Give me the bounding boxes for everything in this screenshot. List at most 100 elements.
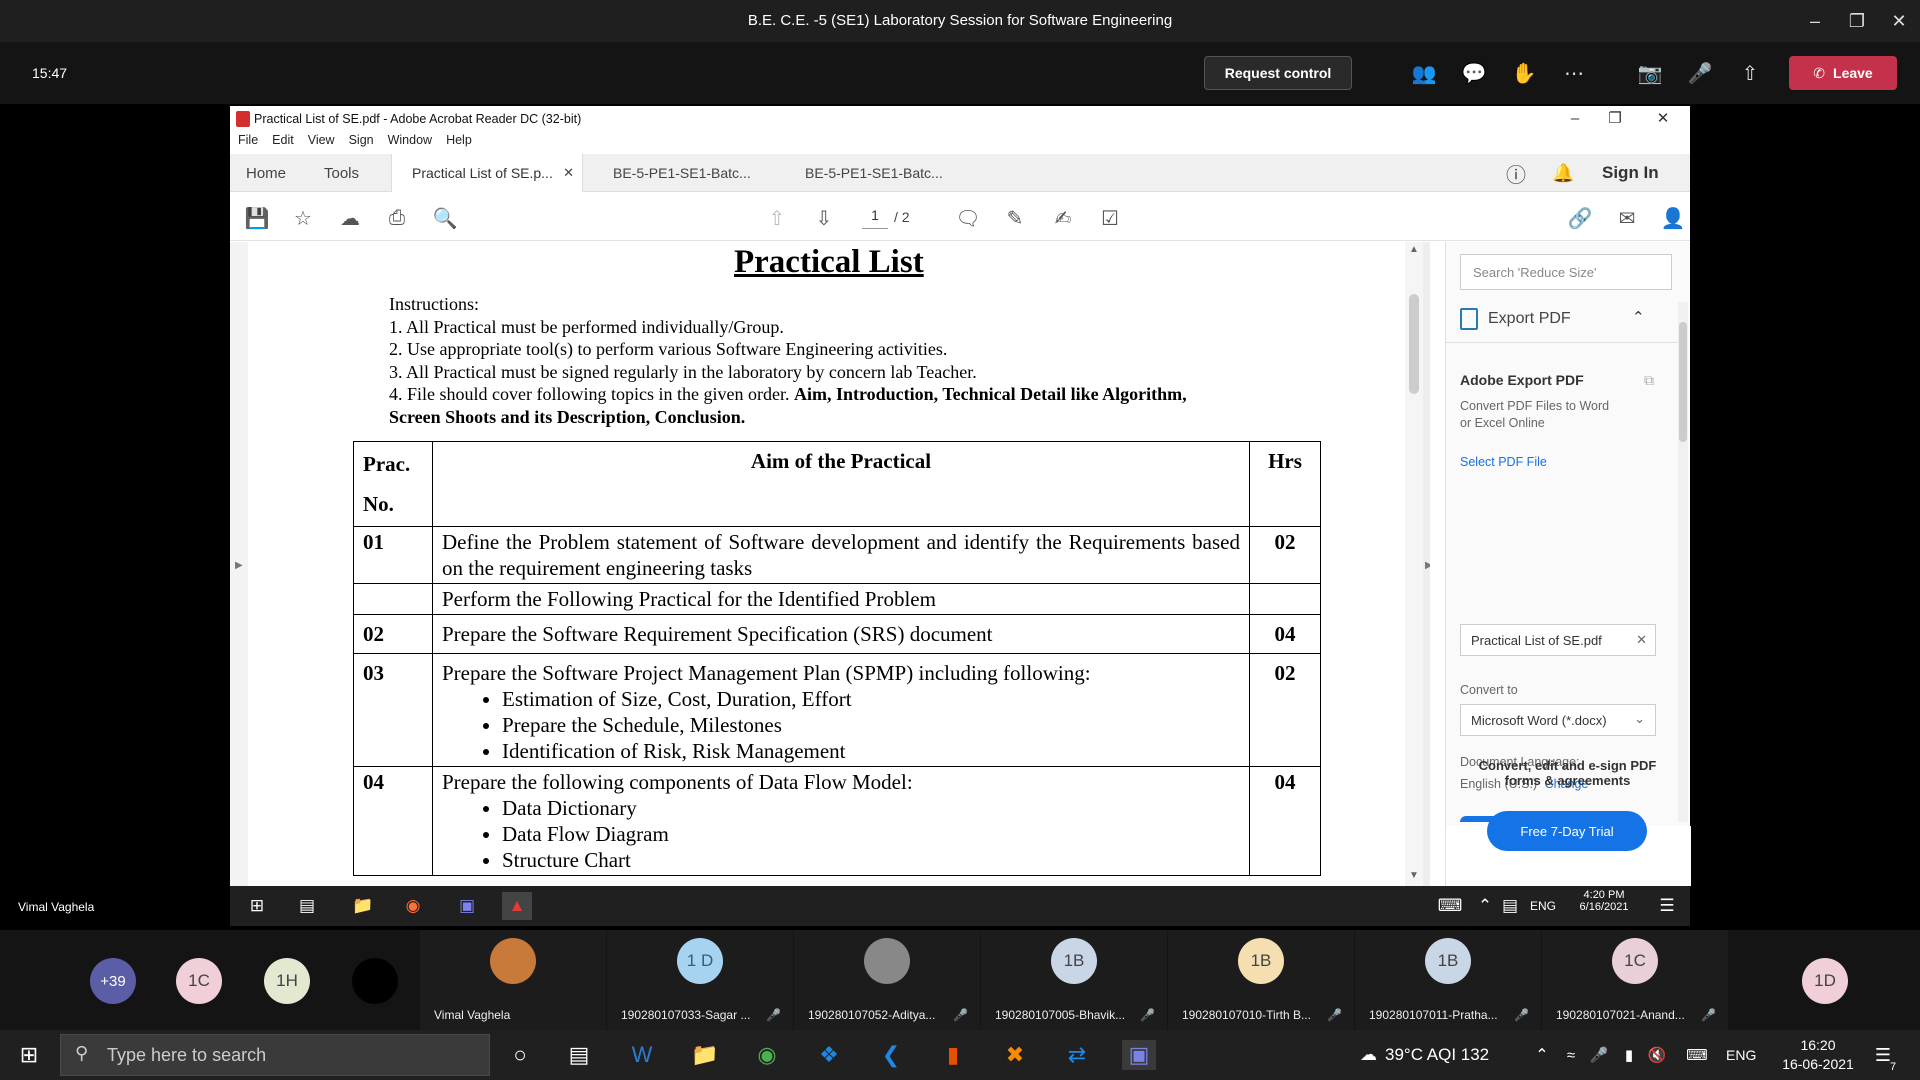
teamviewer-icon[interactable]: ⇄ xyxy=(1060,1040,1094,1070)
keyboard-icon[interactable]: ⌨ xyxy=(1680,1040,1714,1070)
chrome-icon[interactable]: ◉ xyxy=(750,1040,784,1070)
share-screen-icon[interactable]: ⇧ xyxy=(1736,60,1764,86)
chat-icon[interactable]: 💬 xyxy=(1460,60,1488,86)
more-participants-badge[interactable]: +39 xyxy=(90,958,136,1004)
acrobat-minimize-icon[interactable]: – xyxy=(1560,108,1590,128)
language-indicator[interactable]: ENG xyxy=(1726,1047,1756,1063)
chevron-up-icon[interactable]: ⌃ xyxy=(1632,308,1645,326)
print-icon[interactable]: ⎙ xyxy=(384,205,410,231)
network-icon[interactable]: ▤ xyxy=(1495,892,1525,920)
collapse-right-icon[interactable]: ▶ xyxy=(1425,560,1430,571)
add-user-icon[interactable]: 👤 xyxy=(1660,205,1686,231)
page-up-icon[interactable]: ⇧ xyxy=(764,205,790,231)
file-explorer-icon[interactable]: 📁 xyxy=(348,892,378,920)
system-clock[interactable]: 16:20 16-06-2021 xyxy=(1776,1036,1860,1074)
participant-avatar[interactable] xyxy=(352,958,398,1004)
document-scrollbar[interactable]: ▲ ▼ xyxy=(1405,242,1423,886)
pane-scroll-thumb[interactable] xyxy=(1679,322,1687,442)
tab-batch-2[interactable]: BE-5-PE1-SE1-Batc... xyxy=(805,154,943,192)
file-explorer-icon[interactable]: 📁 xyxy=(688,1040,722,1070)
menu-edit[interactable]: Edit xyxy=(272,133,294,147)
browser-icon[interactable]: ❖ xyxy=(812,1040,846,1070)
pane-scrollbar[interactable] xyxy=(1678,302,1688,822)
acrobat-close-icon[interactable]: ✕ xyxy=(1648,108,1678,128)
tools-search-input[interactable]: Search 'Reduce Size' xyxy=(1460,254,1672,290)
participant-avatar[interactable]: 1H xyxy=(264,958,310,1004)
select-pdf-file-link[interactable]: Select PDF File xyxy=(1460,455,1547,469)
selected-file-field[interactable]: Practical List of SE.pdf ✕ xyxy=(1460,624,1656,656)
participant-tile[interactable]: 1B 190280107005-Bhavik... 🎤 xyxy=(981,930,1167,1030)
fill-sign-icon[interactable]: ☑ xyxy=(1097,205,1123,231)
menu-view[interactable]: View xyxy=(308,133,335,147)
comment-icon[interactable]: 🗨 xyxy=(955,205,981,231)
close-icon[interactable]: ✕ xyxy=(1884,8,1914,34)
restore-icon[interactable]: ❐ xyxy=(1842,8,1872,34)
volume-muted-icon[interactable]: 🔇 xyxy=(1640,1040,1674,1070)
acrobat-taskbar-icon[interactable]: ▲ xyxy=(502,892,532,920)
sign-pen-icon[interactable]: ✍ xyxy=(1050,205,1076,231)
clear-file-icon[interactable]: ✕ xyxy=(1636,632,1647,648)
participant-avatar[interactable]: 1D xyxy=(1802,958,1848,1004)
free-trial-button[interactable]: Free 7-Day Trial xyxy=(1487,811,1647,851)
mic-off-icon[interactable]: 🎤 xyxy=(1686,60,1714,86)
firefox-icon[interactable]: ◉ xyxy=(398,892,428,920)
tab-home[interactable]: Home xyxy=(246,154,286,192)
tab-close-icon[interactable]: ✕ xyxy=(563,165,574,181)
leave-button[interactable]: ✆ Leave xyxy=(1789,56,1897,90)
request-control-button[interactable]: Request control xyxy=(1204,56,1352,90)
menu-sign[interactable]: Sign xyxy=(349,133,374,147)
xampp-icon[interactable]: ✖ xyxy=(998,1040,1032,1070)
participant-tile[interactable]: 1C 190280107021-Anand... 🎤 xyxy=(1542,930,1728,1030)
participant-avatar[interactable]: 1C xyxy=(176,958,222,1004)
keyboard-icon[interactable]: ⌨ xyxy=(1435,892,1465,920)
tab-tools[interactable]: Tools xyxy=(324,154,359,192)
scroll-thumb[interactable] xyxy=(1409,294,1419,394)
export-pdf-header[interactable]: Export PDF xyxy=(1460,308,1571,330)
left-panel-collapse[interactable]: ▶ xyxy=(230,242,248,886)
task-view-icon[interactable]: ▤ xyxy=(292,892,322,920)
highlight-pen-icon[interactable]: ✎ xyxy=(1002,205,1028,231)
bookmark-star-icon[interactable]: ☆ xyxy=(290,205,316,231)
share-link-icon[interactable]: 🔗 xyxy=(1567,205,1593,231)
task-view-icon[interactable]: ▤ xyxy=(562,1040,596,1070)
expand-left-icon[interactable]: ▶ xyxy=(235,560,243,571)
word-icon[interactable]: W xyxy=(625,1040,659,1070)
scroll-down-icon[interactable]: ▼ xyxy=(1409,870,1419,881)
camera-off-icon[interactable]: 📷 xyxy=(1636,60,1664,86)
cortana-icon[interactable]: ○ xyxy=(503,1040,537,1070)
sign-in-button[interactable]: Sign In xyxy=(1602,154,1659,192)
taskbar-search-input[interactable]: ⚲ Type here to search xyxy=(60,1034,490,1076)
presenter-notifications-icon[interactable]: ☰ xyxy=(1652,892,1682,920)
office-icon[interactable]: ▮ xyxy=(936,1040,970,1070)
presenter-lang[interactable]: ENG xyxy=(1530,899,1556,913)
participant-tile[interactable]: 190280107052-Aditya... 🎤 xyxy=(794,930,980,1030)
microphone-icon[interactable]: 🎤 xyxy=(1582,1040,1616,1070)
notification-bell-icon[interactable]: 🔔 xyxy=(1552,154,1574,192)
scroll-up-icon[interactable]: ▲ xyxy=(1409,244,1419,255)
help-icon[interactable]: ⓘ xyxy=(1506,154,1526,192)
weather-widget[interactable]: ☁ 39°C AQI 132 xyxy=(1360,1045,1489,1065)
cloud-upload-icon[interactable]: ☁ xyxy=(337,205,363,231)
menu-help[interactable]: Help xyxy=(446,133,472,147)
participants-icon[interactable]: 👥 xyxy=(1410,60,1438,86)
presenter-clock[interactable]: 4:20 PM 6/16/2021 xyxy=(1574,889,1634,913)
email-icon[interactable]: ✉ xyxy=(1614,205,1640,231)
participant-tile[interactable]: 1B 190280107010-Tirth B... 🎤 xyxy=(1168,930,1354,1030)
start-icon[interactable]: ⊞ xyxy=(12,1040,46,1070)
tab-batch-1[interactable]: BE-5-PE1-SE1-Batc... xyxy=(613,154,751,192)
menu-window[interactable]: Window xyxy=(388,133,432,147)
menu-file[interactable]: File xyxy=(238,133,258,147)
minimize-icon[interactable]: – xyxy=(1800,8,1830,34)
more-options-icon[interactable]: ⋯ xyxy=(1560,60,1588,86)
convert-format-select[interactable]: Microsoft Word (*.docx) ⌄ xyxy=(1460,704,1656,736)
right-panel-collapse[interactable]: ▶ xyxy=(1423,242,1430,886)
participant-tile[interactable]: 1B 190280107011-Pratha... 🎤 xyxy=(1355,930,1541,1030)
teams-icon[interactable]: ▣ xyxy=(452,892,482,920)
teams-taskbar-icon[interactable]: ▣ xyxy=(1122,1040,1156,1070)
vscode-icon[interactable]: ❮ xyxy=(874,1040,908,1070)
tab-practical-list[interactable]: Practical List of SE.p... ✕ xyxy=(391,154,583,192)
acrobat-restore-icon[interactable]: ❐ xyxy=(1600,108,1630,128)
page-number-input[interactable]: 1 xyxy=(862,207,888,229)
participant-tile[interactable]: Vimal Vaghela xyxy=(420,930,606,1030)
zoom-search-icon[interactable]: 🔍 xyxy=(432,205,458,231)
